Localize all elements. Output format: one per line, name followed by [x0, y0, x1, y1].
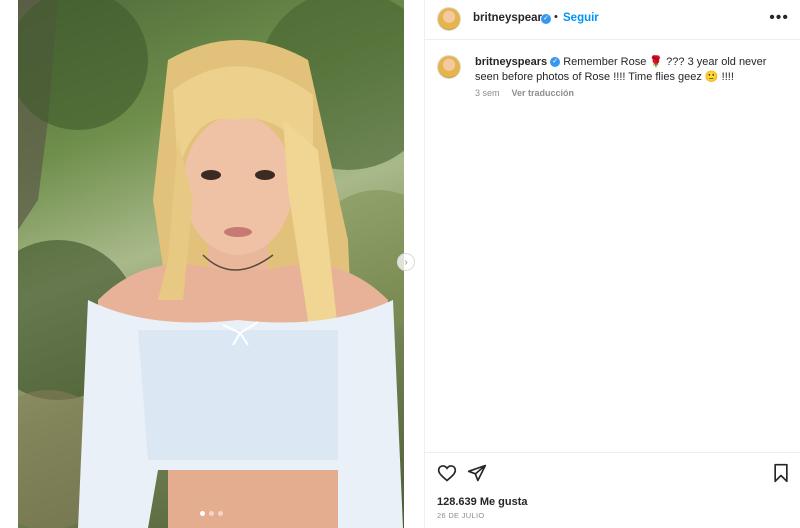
heart-icon[interactable] [437, 463, 457, 483]
carousel-dot [209, 511, 214, 516]
share-icon[interactable] [467, 463, 487, 483]
caption-author[interactable]: britneyspears [475, 56, 547, 68]
carousel-indicator [200, 511, 223, 516]
avatar[interactable] [437, 7, 461, 31]
backdrop [0, 0, 18, 528]
carousel-dot [200, 511, 205, 516]
follow-button[interactable]: Seguir [563, 12, 599, 24]
verified-badge-icon: ✓ [550, 57, 561, 68]
more-options-icon[interactable]: ••• [769, 9, 789, 27]
separator: • [554, 11, 558, 23]
next-image-button[interactable]: › [397, 253, 415, 271]
photo-illustration [18, 0, 404, 528]
action-bar: 128.639 Me gusta 26 DE JULIO [425, 452, 800, 528]
post-side-panel: britneyspears ✓ • Seguir ••• britneyspea… [424, 0, 800, 528]
caption-time[interactable]: 3 sem [475, 88, 500, 98]
carousel-dot [218, 511, 223, 516]
post-header: britneyspears ✓ • Seguir ••• [425, 0, 800, 40]
translate-link[interactable]: Ver traducción [512, 88, 575, 98]
caption-body: britneyspears ✓ Remember Rose 🌹 ??? 3 yea… [475, 55, 775, 85]
author-username[interactable]: britneyspears [473, 12, 548, 24]
verified-badge-icon: ✓ [541, 14, 551, 24]
chevron-right-icon: › [404, 256, 408, 268]
avatar[interactable] [437, 55, 461, 79]
bookmark-icon[interactable] [771, 463, 791, 483]
caption-meta: 3 sem Ver traducción [475, 88, 574, 98]
post-date[interactable]: 26 DE JULIO [437, 511, 484, 520]
post-image[interactable] [18, 0, 404, 528]
like-count[interactable]: 128.639 Me gusta [437, 496, 528, 508]
